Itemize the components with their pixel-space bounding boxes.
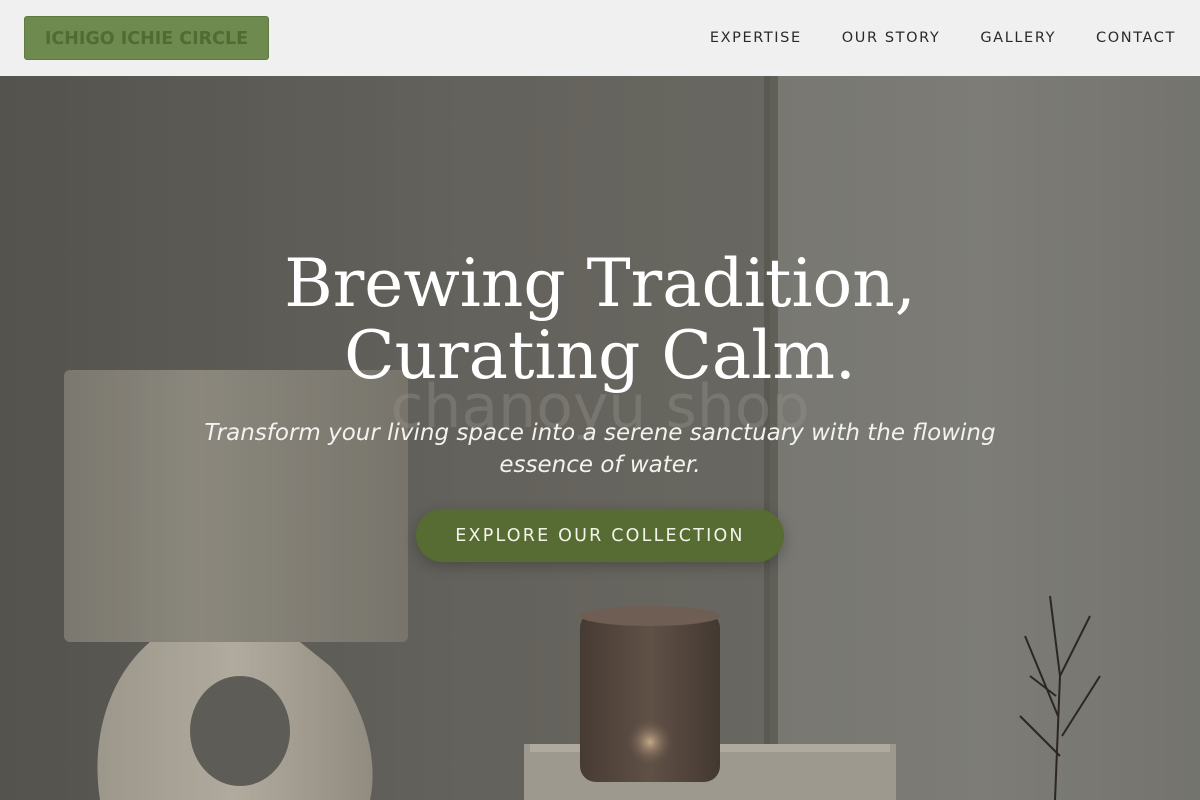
landing-page: ICHIGO ICHIE CIRCLE EXPERTISE OUR STORY …: [0, 0, 1200, 800]
hero-title-line-1: Brewing Tradition,: [284, 245, 916, 322]
main-nav: EXPERTISE OUR STORY GALLERY CONTACT: [710, 0, 1176, 76]
hero-subtitle: Transform your living space into a seren…: [204, 420, 996, 478]
nav-link-our-story[interactable]: OUR STORY: [842, 30, 941, 46]
explore-collection-button[interactable]: EXPLORE OUR COLLECTION: [416, 509, 784, 562]
site-header: ICHIGO ICHIE CIRCLE EXPERTISE OUR STORY …: [0, 0, 1200, 76]
brand-logo[interactable]: ICHIGO ICHIE CIRCLE: [24, 16, 269, 60]
hero-title-line-2: Curating Calm.: [344, 317, 856, 394]
nav-link-gallery[interactable]: GALLERY: [980, 30, 1056, 46]
nav-link-expertise[interactable]: EXPERTISE: [710, 30, 802, 46]
hero-title: Brewing Tradition, Curating Calm.: [200, 248, 1000, 392]
nav-link-contact[interactable]: CONTACT: [1096, 30, 1176, 46]
